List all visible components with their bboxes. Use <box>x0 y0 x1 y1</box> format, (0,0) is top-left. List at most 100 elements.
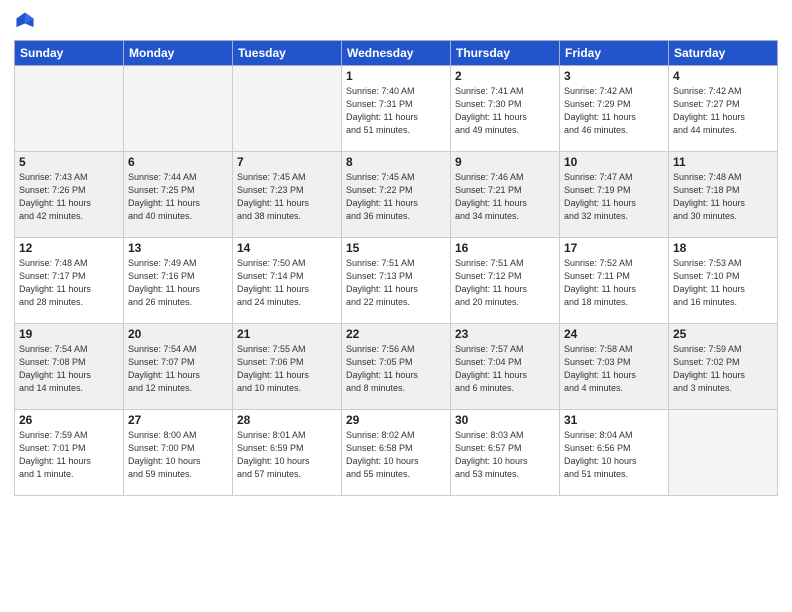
calendar-week-1: 1 Sunrise: 7:40 AM Sunset: 7:31 PM Daylig… <box>15 66 778 152</box>
day-info: Sunrise: 7:48 AM Sunset: 7:17 PM Dayligh… <box>19 257 119 309</box>
day-number: 30 <box>455 413 555 427</box>
calendar-cell: 31 Sunrise: 8:04 AM Sunset: 6:56 PM Dayli… <box>560 410 669 496</box>
calendar-week-2: 5 Sunrise: 7:43 AM Sunset: 7:26 PM Daylig… <box>15 152 778 238</box>
col-header-saturday: Saturday <box>669 41 778 66</box>
day-number: 21 <box>237 327 337 341</box>
day-info: Sunrise: 7:47 AM Sunset: 7:19 PM Dayligh… <box>564 171 664 223</box>
calendar-cell: 8 Sunrise: 7:45 AM Sunset: 7:22 PM Daylig… <box>342 152 451 238</box>
day-info: Sunrise: 7:51 AM Sunset: 7:13 PM Dayligh… <box>346 257 446 309</box>
day-number: 26 <box>19 413 119 427</box>
day-number: 2 <box>455 69 555 83</box>
day-number: 7 <box>237 155 337 169</box>
day-info: Sunrise: 7:44 AM Sunset: 7:25 PM Dayligh… <box>128 171 228 223</box>
day-number: 17 <box>564 241 664 255</box>
day-number: 15 <box>346 241 446 255</box>
calendar-cell: 16 Sunrise: 7:51 AM Sunset: 7:12 PM Dayli… <box>451 238 560 324</box>
header <box>14 10 778 32</box>
day-info: Sunrise: 7:57 AM Sunset: 7:04 PM Dayligh… <box>455 343 555 395</box>
day-number: 29 <box>346 413 446 427</box>
calendar-cell: 10 Sunrise: 7:47 AM Sunset: 7:19 PM Dayli… <box>560 152 669 238</box>
day-number: 10 <box>564 155 664 169</box>
calendar-cell: 26 Sunrise: 7:59 AM Sunset: 7:01 PM Dayli… <box>15 410 124 496</box>
day-number: 19 <box>19 327 119 341</box>
day-info: Sunrise: 7:49 AM Sunset: 7:16 PM Dayligh… <box>128 257 228 309</box>
day-number: 4 <box>673 69 773 83</box>
calendar-cell: 13 Sunrise: 7:49 AM Sunset: 7:16 PM Dayli… <box>124 238 233 324</box>
day-number: 6 <box>128 155 228 169</box>
day-info: Sunrise: 7:59 AM Sunset: 7:01 PM Dayligh… <box>19 429 119 481</box>
day-info: Sunrise: 7:52 AM Sunset: 7:11 PM Dayligh… <box>564 257 664 309</box>
calendar-cell: 17 Sunrise: 7:52 AM Sunset: 7:11 PM Dayli… <box>560 238 669 324</box>
day-info: Sunrise: 7:42 AM Sunset: 7:27 PM Dayligh… <box>673 85 773 137</box>
day-info: Sunrise: 7:41 AM Sunset: 7:30 PM Dayligh… <box>455 85 555 137</box>
calendar-cell: 18 Sunrise: 7:53 AM Sunset: 7:10 PM Dayli… <box>669 238 778 324</box>
calendar-cell <box>124 66 233 152</box>
calendar-week-5: 26 Sunrise: 7:59 AM Sunset: 7:01 PM Dayli… <box>15 410 778 496</box>
calendar-cell: 15 Sunrise: 7:51 AM Sunset: 7:13 PM Dayli… <box>342 238 451 324</box>
calendar-cell: 25 Sunrise: 7:59 AM Sunset: 7:02 PM Dayli… <box>669 324 778 410</box>
calendar-cell <box>669 410 778 496</box>
calendar-cell: 28 Sunrise: 8:01 AM Sunset: 6:59 PM Dayli… <box>233 410 342 496</box>
calendar-cell: 9 Sunrise: 7:46 AM Sunset: 7:21 PM Daylig… <box>451 152 560 238</box>
col-header-monday: Monday <box>124 41 233 66</box>
calendar-cell: 1 Sunrise: 7:40 AM Sunset: 7:31 PM Daylig… <box>342 66 451 152</box>
calendar-cell: 20Sunrise: 7:54 AM Sunset: 7:07 PM Dayli… <box>124 324 233 410</box>
col-header-tuesday: Tuesday <box>233 41 342 66</box>
day-info: Sunrise: 8:03 AM Sunset: 6:57 PM Dayligh… <box>455 429 555 481</box>
day-number: 3 <box>564 69 664 83</box>
day-number: 18 <box>673 241 773 255</box>
day-info: Sunrise: 7:55 AM Sunset: 7:06 PM Dayligh… <box>237 343 337 395</box>
day-info: Sunrise: 7:53 AM Sunset: 7:10 PM Dayligh… <box>673 257 773 309</box>
calendar-cell: 7 Sunrise: 7:45 AM Sunset: 7:23 PM Daylig… <box>233 152 342 238</box>
calendar-cell: 4 Sunrise: 7:42 AM Sunset: 7:27 PM Daylig… <box>669 66 778 152</box>
day-number: 20 <box>128 327 228 341</box>
col-header-friday: Friday <box>560 41 669 66</box>
day-number: 28 <box>237 413 337 427</box>
calendar-cell: 29 Sunrise: 8:02 AM Sunset: 6:58 PM Dayli… <box>342 410 451 496</box>
day-number: 24 <box>564 327 664 341</box>
page-container: SundayMondayTuesdayWednesdayThursdayFrid… <box>0 0 792 612</box>
calendar-cell: 22 Sunrise: 7:56 AM Sunset: 7:05 PM Dayli… <box>342 324 451 410</box>
day-info: Sunrise: 8:04 AM Sunset: 6:56 PM Dayligh… <box>564 429 664 481</box>
day-number: 23 <box>455 327 555 341</box>
calendar-cell: 2 Sunrise: 7:41 AM Sunset: 7:30 PM Daylig… <box>451 66 560 152</box>
day-number: 31 <box>564 413 664 427</box>
day-number: 5 <box>19 155 119 169</box>
day-info: Sunrise: 7:59 AM Sunset: 7:02 PM Dayligh… <box>673 343 773 395</box>
day-number: 8 <box>346 155 446 169</box>
calendar-cell: 3Sunrise: 7:42 AM Sunset: 7:29 PM Daylig… <box>560 66 669 152</box>
day-info: Sunrise: 7:56 AM Sunset: 7:05 PM Dayligh… <box>346 343 446 395</box>
day-info: Sunrise: 8:01 AM Sunset: 6:59 PM Dayligh… <box>237 429 337 481</box>
calendar-table: SundayMondayTuesdayWednesdayThursdayFrid… <box>14 40 778 496</box>
calendar-cell: 21 Sunrise: 7:55 AM Sunset: 7:06 PM Dayli… <box>233 324 342 410</box>
calendar-cell <box>233 66 342 152</box>
day-number: 13 <box>128 241 228 255</box>
day-info: Sunrise: 7:40 AM Sunset: 7:31 PM Dayligh… <box>346 85 446 137</box>
day-number: 9 <box>455 155 555 169</box>
day-number: 12 <box>19 241 119 255</box>
day-info: Sunrise: 7:50 AM Sunset: 7:14 PM Dayligh… <box>237 257 337 309</box>
calendar-week-4: 19Sunrise: 7:54 AM Sunset: 7:08 PM Dayli… <box>15 324 778 410</box>
calendar-cell: 30 Sunrise: 8:03 AM Sunset: 6:57 PM Dayli… <box>451 410 560 496</box>
day-info: Sunrise: 7:43 AM Sunset: 7:26 PM Dayligh… <box>19 171 119 223</box>
day-info: Sunrise: 7:45 AM Sunset: 7:23 PM Dayligh… <box>237 171 337 223</box>
day-number: 27 <box>128 413 228 427</box>
day-number: 11 <box>673 155 773 169</box>
day-number: 1 <box>346 69 446 83</box>
calendar-cell: 24 Sunrise: 7:58 AM Sunset: 7:03 PM Dayli… <box>560 324 669 410</box>
day-number: 16 <box>455 241 555 255</box>
calendar-cell: 11 Sunrise: 7:48 AM Sunset: 7:18 PM Dayli… <box>669 152 778 238</box>
day-info: Sunrise: 7:46 AM Sunset: 7:21 PM Dayligh… <box>455 171 555 223</box>
day-info: Sunrise: 7:48 AM Sunset: 7:18 PM Dayligh… <box>673 171 773 223</box>
day-info: Sunrise: 7:58 AM Sunset: 7:03 PM Dayligh… <box>564 343 664 395</box>
calendar-week-3: 12 Sunrise: 7:48 AM Sunset: 7:17 PM Dayli… <box>15 238 778 324</box>
day-number: 25 <box>673 327 773 341</box>
day-info: Sunrise: 7:45 AM Sunset: 7:22 PM Dayligh… <box>346 171 446 223</box>
day-info: Sunrise: 8:02 AM Sunset: 6:58 PM Dayligh… <box>346 429 446 481</box>
day-info: Sunrise: 7:51 AM Sunset: 7:12 PM Dayligh… <box>455 257 555 309</box>
day-number: 22 <box>346 327 446 341</box>
col-header-wednesday: Wednesday <box>342 41 451 66</box>
calendar-cell: 14 Sunrise: 7:50 AM Sunset: 7:14 PM Dayli… <box>233 238 342 324</box>
day-number: 14 <box>237 241 337 255</box>
logo-icon <box>14 10 36 32</box>
